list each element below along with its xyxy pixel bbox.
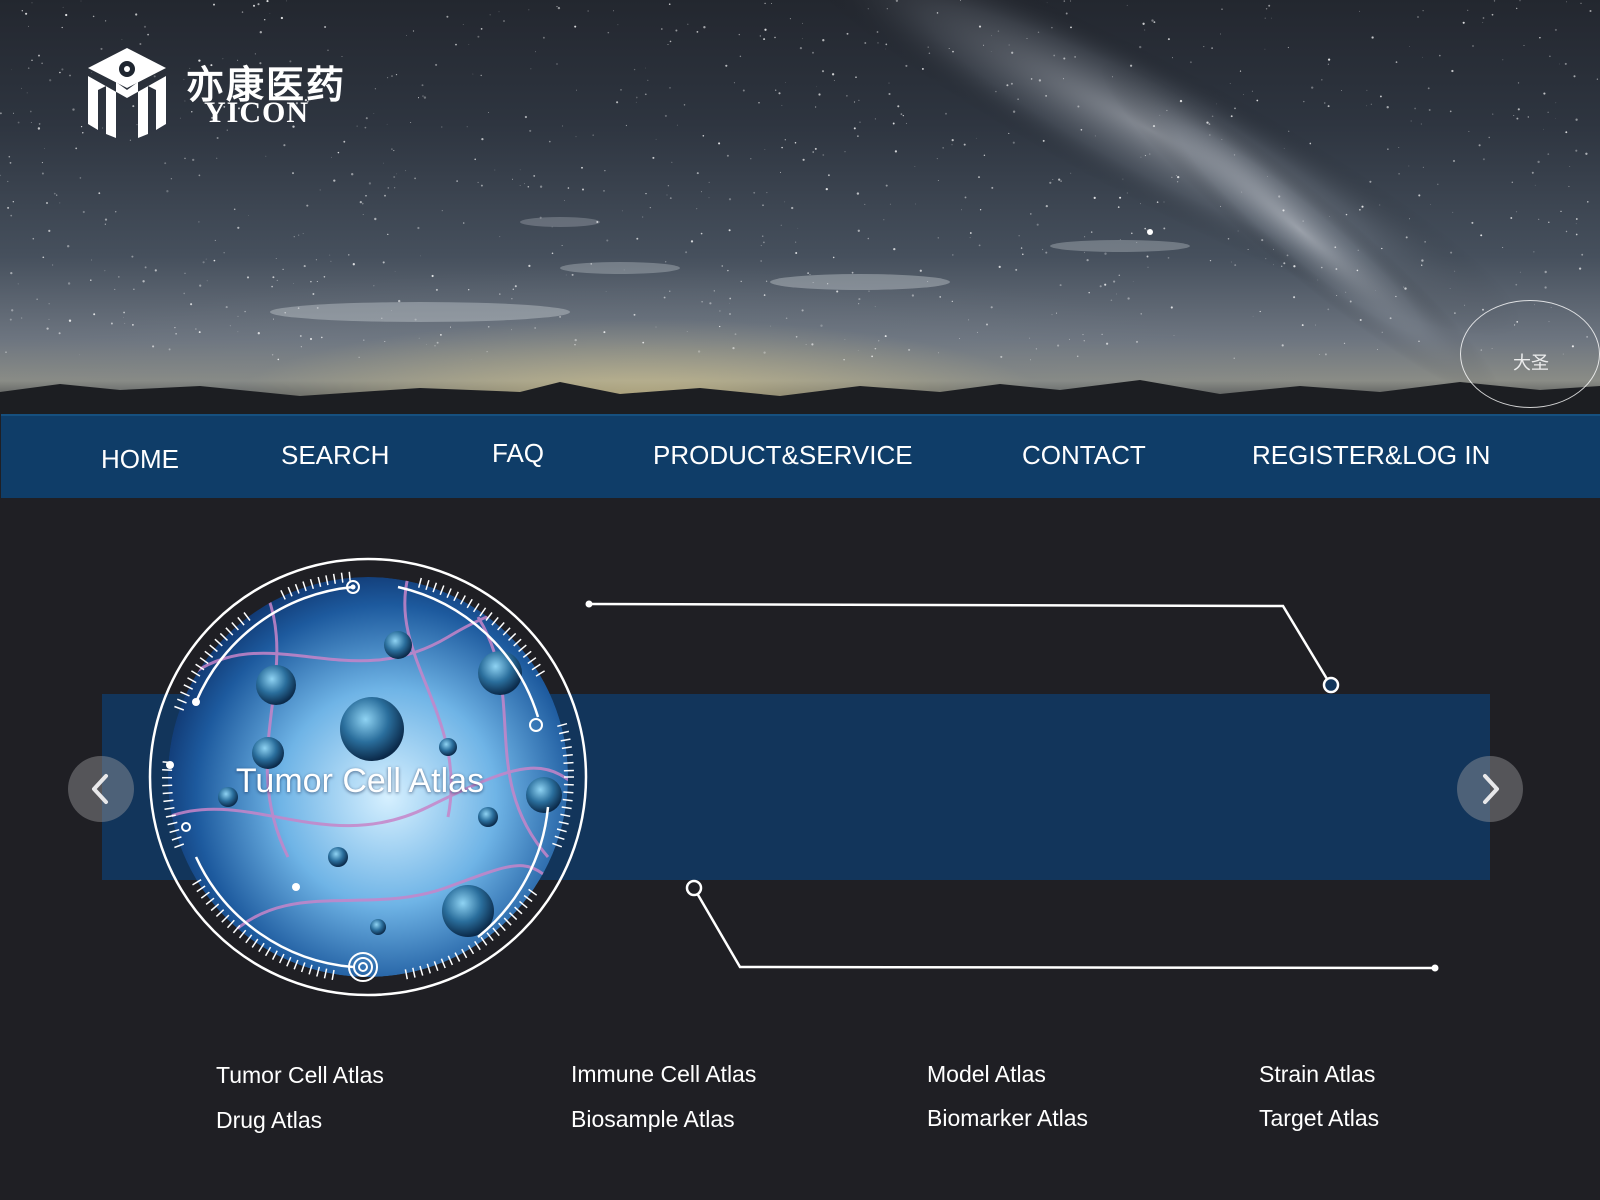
nav-contact[interactable]: CONTACT [1022,440,1146,471]
atlas-link-tumor-cell[interactable]: Tumor Cell Atlas [216,1062,384,1089]
nav-home[interactable]: HOME [101,444,179,475]
carousel-next-button[interactable] [1457,756,1523,822]
brand-name-en: YICON [204,96,310,129]
nav-search[interactable]: SEARCH [281,440,389,471]
carousel-prev-button[interactable] [68,756,134,822]
atlas-link-drug[interactable]: Drug Atlas [216,1107,322,1134]
watermark-text: 大圣 [1513,353,1549,374]
chevron-right-icon [1483,774,1499,804]
nav-register-login[interactable]: REGISTER&LOG IN [1252,440,1490,471]
main-navigation: HOME SEARCH FAQ PRODUCT&SERVICE CONTACT … [1,414,1600,498]
brand-logo[interactable]: 亦康医药 YICON [84,44,364,140]
atlas-link-biomarker[interactable]: Biomarker Atlas [927,1105,1088,1132]
atlas-link-model[interactable]: Model Atlas [927,1061,1046,1088]
hero-banner: 亦康医药 YICON 大圣 [0,0,1600,414]
nav-faq[interactable]: FAQ [492,438,544,469]
atlas-link-strain[interactable]: Strain Atlas [1259,1061,1375,1088]
slide-title: Tumor Cell Atlas [235,762,485,800]
watermark-seal: 大圣 [1460,300,1600,408]
atlas-link-immune-cell[interactable]: Immune Cell Atlas [571,1061,756,1088]
atlas-link-biosample[interactable]: Biosample Atlas [571,1106,735,1133]
nav-product-service[interactable]: PRODUCT&SERVICE [653,440,913,471]
chevron-left-icon [92,774,108,804]
yicon-logo-icon [88,48,166,138]
atlas-link-target[interactable]: Target Atlas [1259,1105,1379,1132]
